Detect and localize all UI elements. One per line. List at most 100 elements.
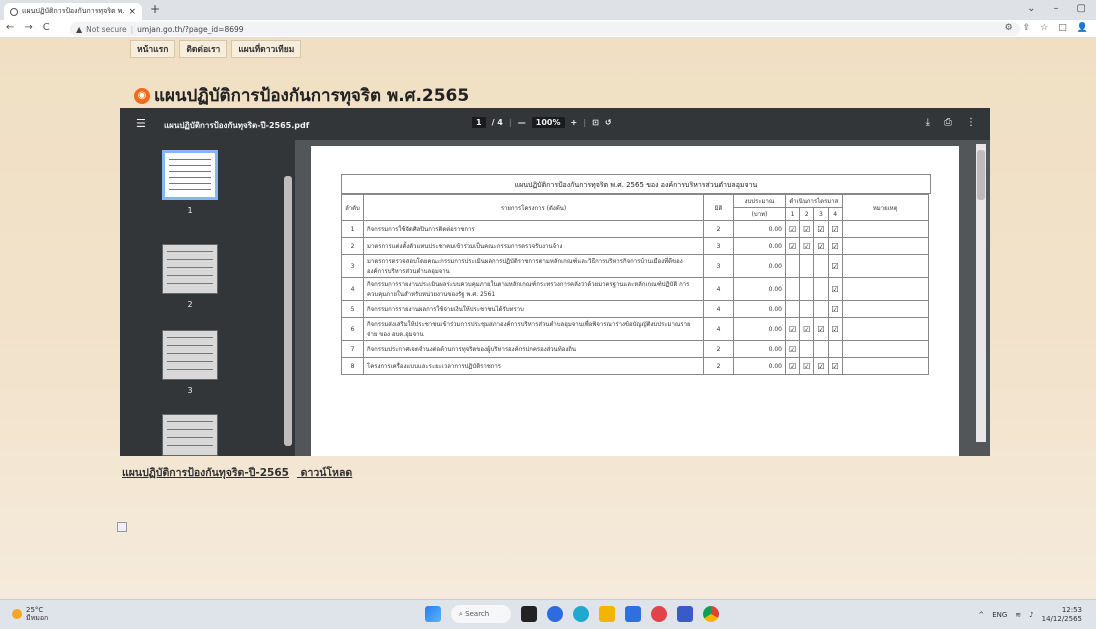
- chrome-icon[interactable]: [703, 606, 719, 622]
- quarter-cell: [799, 300, 815, 318]
- share-icon[interactable]: ⇪: [1023, 23, 1031, 33]
- row-dim: 4: [703, 277, 734, 301]
- print-icon[interactable]: ⎙: [944, 117, 952, 128]
- nav-home[interactable]: หน้าแรก: [130, 40, 176, 58]
- zoom-input[interactable]: 100%: [531, 117, 565, 128]
- weather-widget[interactable]: 25°C มีหมอก: [12, 606, 48, 622]
- minimize-button[interactable]: –: [1054, 3, 1059, 14]
- page-thumbnail-3[interactable]: [162, 330, 218, 380]
- quarter-cell: [827, 340, 843, 358]
- row-name: โครงการเครื่องแบบและระยะเวลาการปฏิบัติรา…: [363, 357, 704, 375]
- quarter-cell: [784, 254, 801, 278]
- extension-icon[interactable]: ⚙: [1005, 23, 1013, 33]
- page-thumbnail-2[interactable]: [162, 244, 218, 294]
- row-no: 2: [341, 237, 364, 255]
- forward-icon[interactable]: →: [24, 22, 32, 33]
- pdf-scrollbar[interactable]: [976, 144, 986, 442]
- fit-page-icon[interactable]: ⊡: [592, 118, 599, 127]
- row-note: [841, 277, 929, 301]
- col-q1: 1: [784, 207, 801, 221]
- profile-icon[interactable]: 👤: [1077, 23, 1088, 33]
- browser-tab[interactable]: แผนปฏิบัติการป้องกันการทุจริต พ.ศ.2 ×: [4, 3, 142, 20]
- warning-icon[interactable]: ▲: [76, 25, 82, 34]
- language-indicator[interactable]: ENG: [992, 611, 1007, 619]
- pdf-page: แผนปฏิบัติการป้องกันการทุจริต พ.ศ. 2565 …: [311, 146, 959, 456]
- page-thumbnail-1[interactable]: [162, 150, 218, 200]
- quarter-cell: ☑: [827, 357, 843, 375]
- task-view-icon[interactable]: [521, 606, 537, 622]
- zoom-in-icon[interactable]: +: [571, 118, 578, 127]
- taskbar-search[interactable]: ⌕ Search: [451, 605, 511, 623]
- wifi-icon[interactable]: ≋: [1015, 611, 1021, 619]
- file-link[interactable]: แผนปฏิบัติการป้องกันทุจริต-ปี-2565: [122, 467, 289, 479]
- word-icon[interactable]: [677, 606, 693, 622]
- more-options-icon[interactable]: ⋮: [966, 117, 976, 128]
- quarter-cell: [784, 277, 801, 301]
- url-text[interactable]: umjan.go.th/?page_id=8699: [137, 25, 243, 34]
- rotate-icon[interactable]: ↺: [605, 118, 612, 127]
- row-no: 8: [341, 357, 364, 375]
- check-icon: ☑: [831, 284, 839, 294]
- maximize-button[interactable]: ▢: [1077, 3, 1086, 14]
- sidepanel-icon[interactable]: □: [1058, 23, 1067, 33]
- row-no: 5: [341, 300, 364, 318]
- row-dim: 4: [703, 317, 734, 341]
- download-link[interactable]: ดาวน์โหลด: [301, 467, 353, 479]
- new-tab-button[interactable]: +: [150, 2, 160, 16]
- store-icon[interactable]: [625, 606, 641, 622]
- edge-icon[interactable]: [573, 606, 589, 622]
- address-bar[interactable]: ▲ Not secure | umjan.go.th/?page_id=8699: [70, 22, 1020, 36]
- menu-icon[interactable]: ☰: [136, 117, 146, 130]
- quarter-cell: ☑: [799, 220, 815, 238]
- reload-icon[interactable]: C: [43, 22, 50, 33]
- time: 12:53: [1061, 606, 1082, 614]
- volume-icon[interactable]: ♪: [1029, 611, 1033, 619]
- quarter-cell: [813, 254, 829, 278]
- close-tab-icon[interactable]: ×: [128, 7, 136, 17]
- web-page: หน้าแรก ติดต่อเรา แผนที่ดาวเทียม ◉ แผนปฏ…: [0, 38, 1096, 599]
- browser-tab-strip: แผนปฏิบัติการป้องกันการทุจริต พ.ศ.2 × + …: [0, 0, 1096, 20]
- col-q3: 3: [813, 207, 829, 221]
- check-icon: ☑: [817, 361, 825, 371]
- weather-icon: [12, 609, 22, 619]
- pdf-viewer: ☰ แผนปฏิบัติการป้องกันทุจริต-ปี-2565.pdf…: [120, 108, 990, 456]
- thumbnail-sidebar: 1 2 3: [120, 140, 295, 456]
- page-total: / 4: [491, 118, 503, 127]
- check-icon: ☑: [803, 241, 811, 251]
- row-name: กิจกรรมการรายงานผลการใช้จ่ายเงินให้ประชา…: [363, 300, 704, 318]
- app-icon[interactable]: [651, 606, 667, 622]
- tray-chevron-icon[interactable]: ^: [978, 611, 984, 619]
- quarter-cell: ☑: [827, 277, 843, 301]
- clock[interactable]: 12:53 14/12/2565: [1042, 606, 1082, 624]
- nav-satellite-map[interactable]: แผนที่ดาวเทียม: [231, 40, 302, 58]
- scroll-thumb[interactable]: [977, 150, 985, 200]
- file-explorer-icon[interactable]: [599, 606, 615, 622]
- quarter-cell: ☑: [827, 254, 843, 278]
- zoom-out-icon[interactable]: —: [518, 118, 526, 127]
- back-icon[interactable]: ←: [6, 22, 14, 33]
- quarter-cell: ☑: [799, 317, 815, 341]
- page-number-input[interactable]: 1: [472, 117, 486, 128]
- row-dim: 2: [703, 340, 734, 358]
- page-thumbnail-4[interactable]: [162, 414, 218, 456]
- quarter-cell: [799, 340, 815, 358]
- tab-search-icon[interactable]: ⌄: [1027, 3, 1035, 14]
- download-icon[interactable]: ⤓: [926, 117, 930, 128]
- check-icon: ☑: [817, 241, 825, 251]
- quarter-cell: ☑: [784, 357, 801, 375]
- system-tray: ^ ENG ≋ ♪ 12:53 14/12/2565: [978, 606, 1082, 624]
- row-note: [841, 237, 929, 255]
- check-icon: ☑: [831, 261, 839, 271]
- thumbnail-scrollbar[interactable]: [284, 176, 292, 446]
- start-icon[interactable]: [425, 606, 441, 622]
- row-note: [841, 317, 929, 341]
- nav-contact[interactable]: ติดต่อเรา: [179, 40, 228, 58]
- chat-icon[interactable]: [547, 606, 563, 622]
- page-title: ◉ แผนปฏิบัติการป้องกันการทุจริต พ.ศ.2565: [134, 82, 469, 109]
- row-no: 4: [341, 277, 364, 301]
- bookmark-icon[interactable]: ☆: [1040, 23, 1048, 33]
- page-title-text: แผนปฏิบัติการป้องกันการทุจริต พ.ศ.2565: [154, 86, 470, 106]
- row-budget: 0.00: [733, 220, 786, 238]
- quarter-cell: ☑: [784, 220, 801, 238]
- row-budget: 0.00: [733, 300, 786, 318]
